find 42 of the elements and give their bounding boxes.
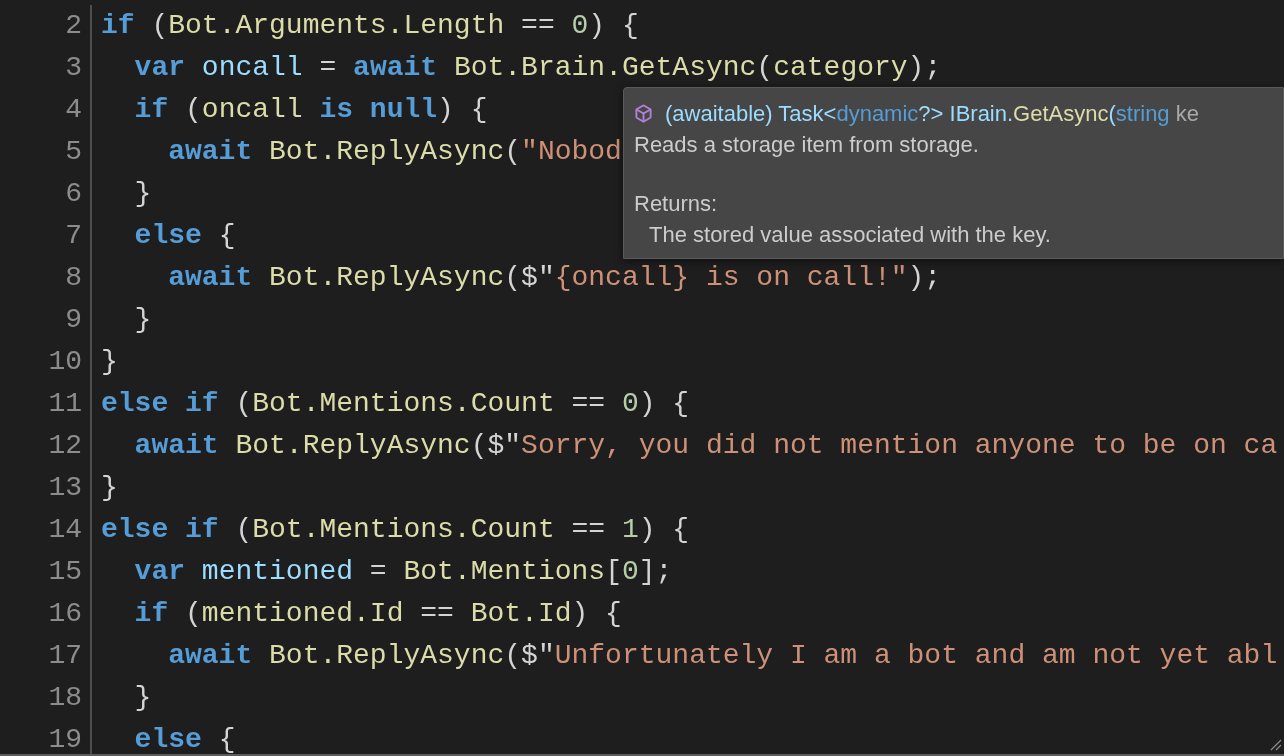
line-number: 4 — [65, 94, 82, 126]
code-line: if (mentioned.Id == Bot.Id) { — [133, 598, 622, 630]
line-number: 12 — [48, 430, 82, 462]
line-number: 18 — [48, 682, 82, 714]
line-number: 13 — [48, 472, 82, 504]
line-number: 17 — [48, 640, 82, 672]
line-number: 16 — [48, 598, 82, 630]
line-number: 3 — [65, 52, 82, 84]
line-number: 2 — [65, 10, 82, 42]
code-line: var mentioned = Bot.Mentions[0]; — [133, 556, 673, 588]
code-line: await Bot.ReplyAsync($"Sorry, you did not mention anyone to be on ca — [133, 430, 1278, 462]
cube-icon — [634, 104, 653, 123]
code-line: var oncall = await Bot.Brain.GetAsync(category); — [133, 52, 942, 84]
code-line: } — [133, 682, 152, 714]
line-number: 9 — [65, 304, 82, 336]
code-line: else if (Bot.Mentions.Count == 0) { — [101, 388, 690, 420]
resize-grip-icon[interactable] — [1270, 739, 1282, 751]
code-line: await Bot.ReplyAsync($"{oncall} is on call!"); — [167, 262, 942, 294]
returns-label: Returns: — [634, 190, 718, 218]
code-line: } — [133, 178, 152, 210]
code-line: if (oncall is null) { — [133, 94, 488, 126]
code-line: else { — [133, 220, 236, 252]
code-line: else if (Bot.Mentions.Count == 1) { — [101, 514, 690, 546]
code-line: if (Bot.Arguments.Length == 0) { — [101, 10, 639, 42]
line-number: 14 — [48, 514, 82, 546]
description-text: Reads a storage item from storage. — [634, 131, 979, 159]
line-number: 19 — [48, 724, 82, 754]
line-number: 5 — [65, 136, 82, 168]
line-number: 8 — [65, 262, 82, 294]
code-line: else { — [133, 724, 236, 754]
code-line: await Bot.ReplyAsync($"Unfortunately I am a bot and am not yet abl — [167, 640, 1278, 672]
returns-text: The stored value associated with the key. — [648, 221, 1051, 249]
code-line: } — [101, 346, 118, 378]
code-line: } — [133, 304, 152, 336]
line-number: 10 — [48, 346, 82, 378]
line-number: 7 — [65, 220, 82, 252]
signature-text: (awaitable) Task<dynamic?> IBrain.GetAsync(string ke — [665, 100, 1199, 128]
line-number: 6 — [65, 178, 82, 210]
line-number: 15 — [48, 556, 82, 588]
line-number: 11 — [48, 388, 82, 420]
code-line: await Bot.ReplyAsync("Nobod — [167, 136, 622, 168]
code-line: } — [101, 472, 118, 504]
